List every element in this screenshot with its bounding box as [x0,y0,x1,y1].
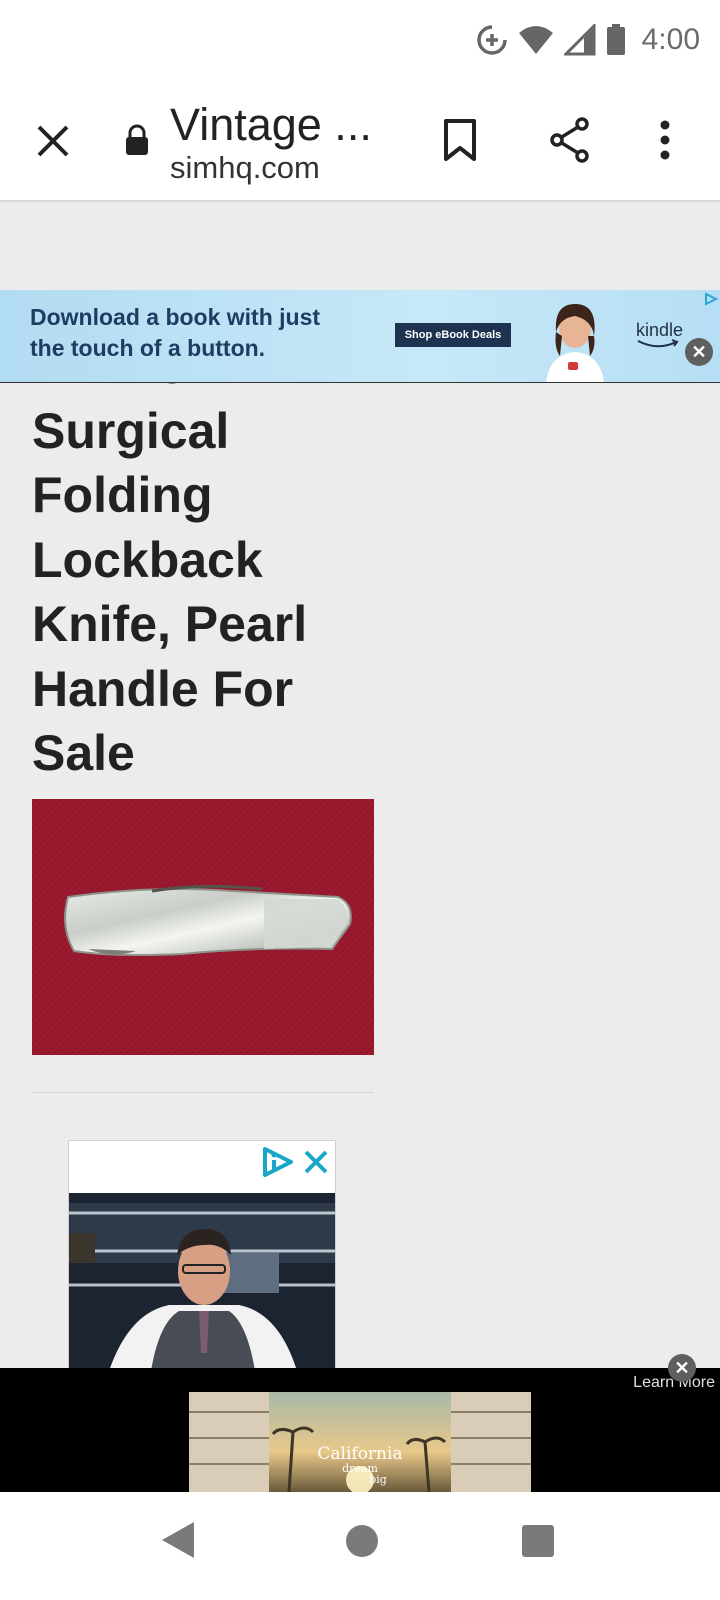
banner-ad-line1: Download a book with just [30,304,321,330]
status-time: 4:00 [641,23,700,56]
share-button[interactable] [540,110,600,170]
cell-signal-icon [563,24,596,56]
adchoices-button[interactable] [261,1145,295,1179]
bottom-ad-text-1: California [317,1444,403,1464]
home-button[interactable] [344,1523,382,1561]
recents-icon [522,1525,554,1557]
bottom-ad-image[interactable]: California dream big [189,1392,531,1492]
kindle-logo: kindle [636,320,683,349]
data-saver-icon [476,25,507,55]
bottom-sticky-ad[interactable]: Learn More California dream big ✕ [0,1354,720,1492]
battery-icon [606,24,625,55]
more-options-button[interactable] [640,110,690,170]
page-domain: simhq.com [170,150,320,185]
adchoices-icon [263,1147,293,1177]
system-nav-bar [0,1492,720,1600]
recents-button[interactable] [520,1523,558,1561]
bookmark-button[interactable] [430,110,490,170]
lock-icon [126,124,148,155]
home-icon [346,1525,378,1557]
status-icons: 4:00 [476,18,700,62]
banner-ad-line2: the touch of a button. [30,335,266,361]
video-frame[interactable] [69,1193,335,1368]
banner-ad-text: Download a book with just the touch of a… [30,302,320,364]
back-button[interactable] [160,1520,200,1564]
page-title: Vintage ... [170,99,372,150]
bottom-ad-headline: California dream big [189,1444,531,1486]
shop-ebook-deals-button[interactable]: Shop eBook Deals [395,323,511,347]
close-icon: ✕ [691,341,707,362]
banner-ad-close-button[interactable]: ✕ [685,338,713,366]
ad-close-button[interactable] [301,1147,331,1177]
bookmark-icon [444,119,476,161]
article-title: Elk Horn Surgical Folding Lockback Knife… [32,338,308,781]
browser-toolbar: Vintage ... simhq.com [0,80,720,202]
security-indicator[interactable] [122,122,152,158]
close-icon [304,1150,328,1174]
knife-photo[interactable] [32,799,374,1055]
more-vert-icon [660,120,670,160]
amazon-smile-icon [637,339,679,348]
ad-model-image [546,304,604,382]
url-block[interactable]: Vintage ... simhq.com [170,100,410,186]
content-divider [32,1092,374,1093]
close-icon [37,125,69,157]
back-icon [162,1522,194,1558]
bottom-ad-text-2: dream [342,1462,378,1475]
close-button[interactable] [28,116,78,166]
share-icon [550,117,589,163]
video-ad[interactable] [68,1140,336,1368]
close-icon: ✕ [674,1357,690,1378]
adchoices-icon[interactable] [704,292,718,306]
status-bar: 4:00 [0,0,720,80]
wifi-icon [518,26,553,54]
bottom-ad-text-3: big [369,1473,387,1486]
kindle-brand: kindle [636,320,684,340]
kindle-banner-ad[interactable]: Download a book with just the touch of a… [0,290,720,383]
bottom-ad-close-button[interactable]: ✕ [668,1354,696,1382]
